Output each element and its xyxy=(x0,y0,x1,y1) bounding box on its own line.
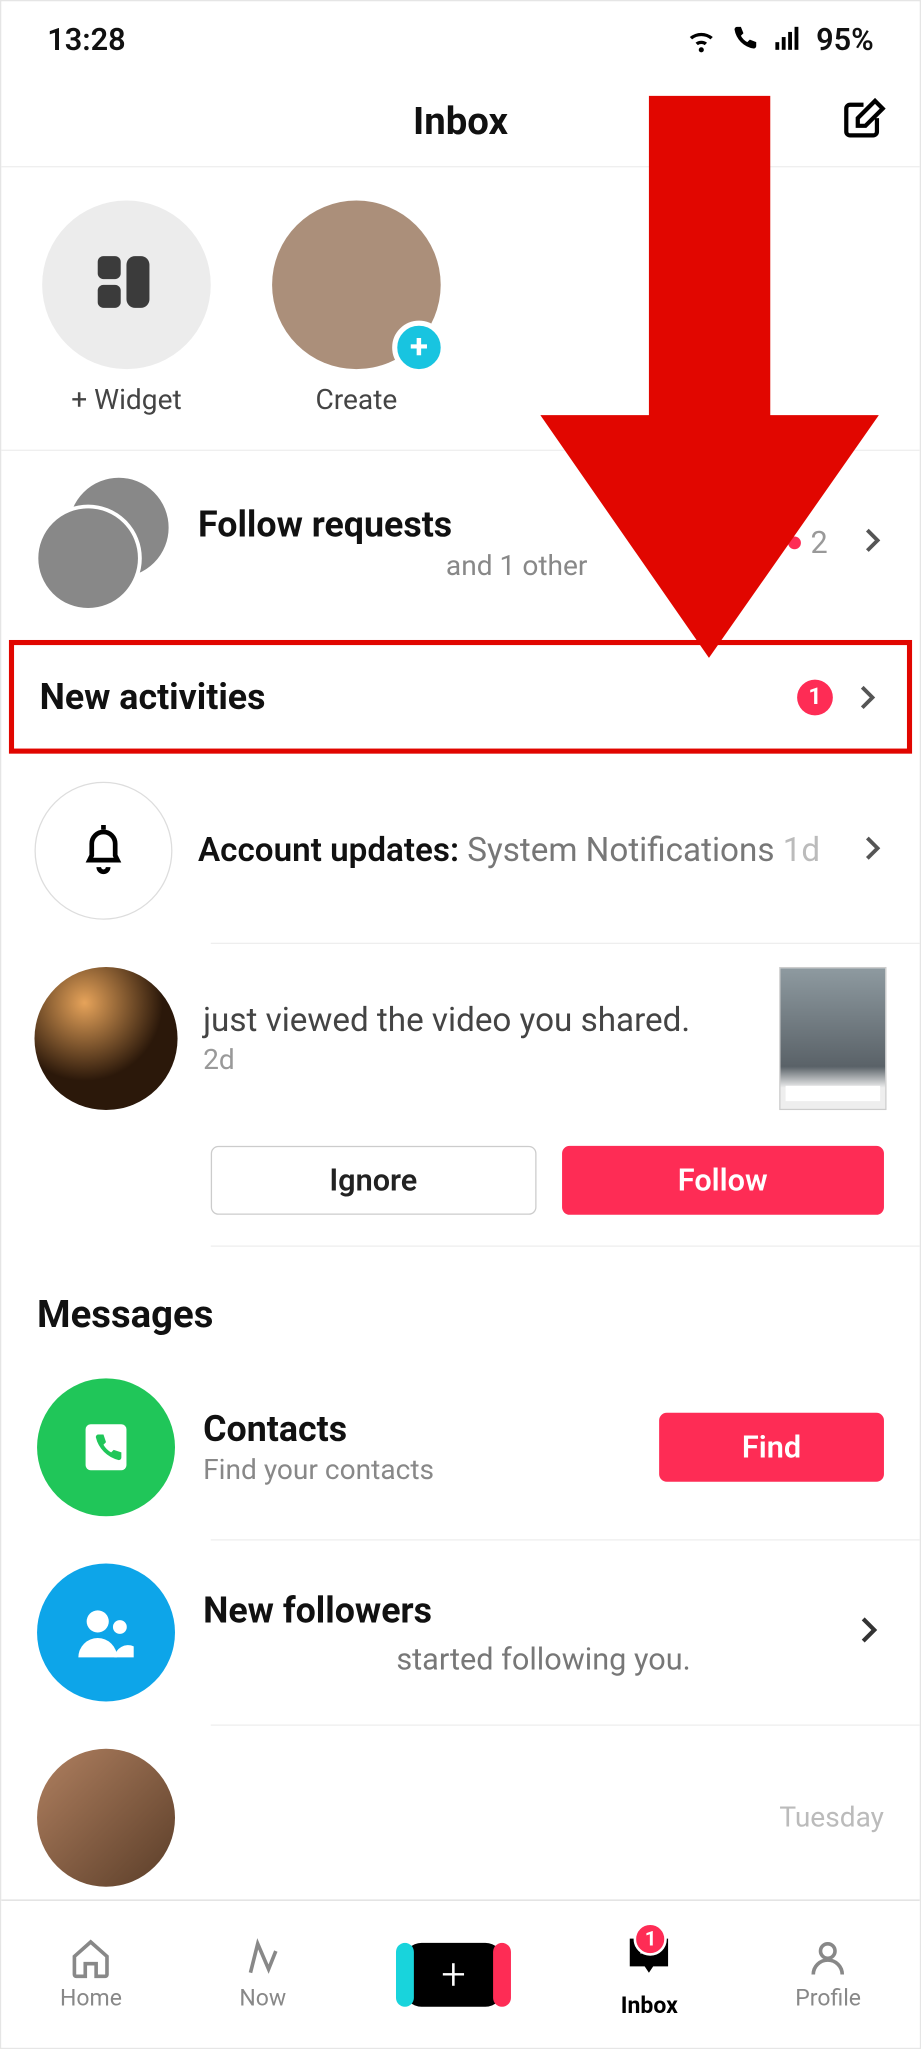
nav-now-label: Now xyxy=(239,1985,286,2012)
bell-icon xyxy=(75,823,131,879)
profile-icon xyxy=(806,1937,849,1980)
people-icon xyxy=(73,1599,139,1665)
inbox-badge: 1 xyxy=(634,1922,667,1955)
nav-profile-label: Profile xyxy=(795,1985,861,2012)
messages-section-title: Messages xyxy=(1,1247,919,1356)
shortcuts-row: + Widget + Create xyxy=(1,167,919,451)
unread-dot-icon xyxy=(788,537,801,550)
phonebook-icon xyxy=(75,1417,136,1478)
avatar xyxy=(34,505,141,612)
nav-home[interactable]: Home xyxy=(60,1937,122,2012)
account-updates-row[interactable]: Account updates: System Notifications 1d xyxy=(1,759,919,943)
nav-inbox[interactable]: 1 Inbox xyxy=(621,1930,678,2019)
shortcut-create-label: Create xyxy=(315,384,397,416)
nav-home-label: Home xyxy=(60,1985,122,2012)
followers-title: New followers xyxy=(203,1588,884,1630)
status-battery: 95% xyxy=(816,22,874,58)
ignore-button[interactable]: Ignore xyxy=(211,1146,536,1215)
now-icon xyxy=(241,1937,284,1980)
widget-icon xyxy=(42,201,211,370)
wifi-icon xyxy=(686,24,717,55)
new-activities-title: New activities xyxy=(40,676,266,718)
follow-requests-badge: 2 xyxy=(788,525,828,561)
nav-profile[interactable]: Profile xyxy=(795,1937,861,2012)
viewed-video-row[interactable]: just viewed the video you shared. 2d xyxy=(1,944,919,1133)
home-icon xyxy=(69,1937,112,1980)
chevron-right-icon xyxy=(856,525,887,561)
followers-sub: started following you. xyxy=(203,1641,884,1677)
status-right: 95% xyxy=(686,22,874,58)
follow-requests-title: Follow requests xyxy=(198,503,887,545)
status-time: 13:28 xyxy=(47,22,125,58)
status-bar: 13:28 95% xyxy=(1,1,919,78)
viewed-content: just viewed the video you shared. 2d xyxy=(203,1001,754,1076)
account-updates-text: Account updates: System Notifications 1d xyxy=(198,832,887,870)
bell-circle xyxy=(34,782,172,920)
followers-content: New followers started following you. xyxy=(203,1588,884,1676)
message-item-row[interactable]: Tuesday xyxy=(1,1726,919,1887)
avatar xyxy=(34,967,177,1110)
follow-requests-subtitle: and 1 other xyxy=(147,551,887,583)
nav-now[interactable]: Now xyxy=(239,1937,286,2012)
find-button[interactable]: Find xyxy=(659,1413,884,1482)
plus-badge-icon: + xyxy=(392,321,446,375)
new-activities-badge: 1 xyxy=(797,679,833,715)
create-circle-icon: + xyxy=(272,201,441,370)
avatar-stack xyxy=(34,474,172,612)
create-button-icon: + xyxy=(404,1942,504,2006)
follow-requests-count: 2 xyxy=(811,525,828,561)
account-updates-bold: Account updates: xyxy=(198,832,459,870)
chevron-right-icon xyxy=(851,681,882,712)
shortcut-widget[interactable]: + Widget xyxy=(42,201,211,417)
chevron-right-icon xyxy=(851,1613,884,1651)
account-updates-tail: System Notifications xyxy=(459,832,783,870)
nav-create[interactable]: + xyxy=(404,1942,504,2006)
new-followers-row[interactable]: New followers started following you. xyxy=(1,1541,919,1725)
nav-inbox-label: Inbox xyxy=(621,1992,678,2019)
contacts-circle xyxy=(37,1378,175,1516)
viewed-text: just viewed the video you shared. xyxy=(203,1001,754,1039)
video-thumbnail[interactable] xyxy=(779,967,886,1110)
message-time: Tuesday xyxy=(779,1802,884,1834)
bottom-nav: Home Now + 1 Inbox Profile xyxy=(1,1899,919,2047)
viewed-actions: Ignore Follow xyxy=(1,1133,919,1245)
compose-icon[interactable] xyxy=(841,96,887,147)
header: Inbox xyxy=(1,78,919,167)
followers-circle xyxy=(37,1564,175,1702)
avatar xyxy=(37,1749,175,1887)
new-activities-row[interactable]: New activities 1 xyxy=(9,640,912,754)
follow-requests-content: Follow requests and 1 other xyxy=(198,503,887,582)
follow-requests-row[interactable]: Follow requests and 1 other 2 xyxy=(1,451,919,635)
chevron-right-icon xyxy=(856,833,887,869)
account-updates-time: 1d xyxy=(783,832,820,870)
phone-wifi-icon xyxy=(729,24,760,55)
follow-button[interactable]: Follow xyxy=(561,1146,884,1215)
contacts-row[interactable]: Contacts Find your contacts Find xyxy=(1,1355,919,1539)
viewed-time: 2d xyxy=(203,1044,754,1076)
shortcut-create[interactable]: + Create xyxy=(272,201,441,417)
signal-icon xyxy=(773,24,804,55)
page-title: Inbox xyxy=(413,100,508,145)
shortcut-widget-label: + Widget xyxy=(71,384,181,416)
